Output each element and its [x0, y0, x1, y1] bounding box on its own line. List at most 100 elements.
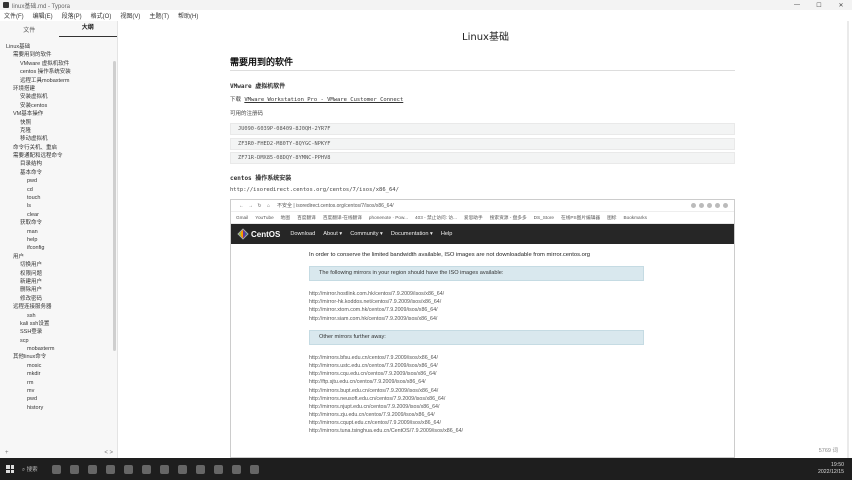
maximize-button[interactable]: ☐: [808, 2, 830, 9]
outline-item[interactable]: touch: [0, 194, 117, 202]
outline-item[interactable]: 移动虚拟机: [0, 135, 117, 143]
vmware-download-link[interactable]: VMware Workstation Pro - VMware Customer…: [244, 97, 403, 103]
outline-item[interactable]: mobaxterm: [0, 345, 117, 353]
wechat-icon[interactable]: [105, 464, 115, 474]
centos-logo: CentOS: [237, 228, 280, 240]
typora-window: linux基础.md - Typora — ☐ ✕ 文件(F) 编辑(E) 段落…: [0, 0, 852, 480]
outline-item[interactable]: 切换用户: [0, 261, 117, 269]
outline-item[interactable]: 用户: [0, 253, 117, 261]
add-file-button[interactable]: +: [5, 450, 9, 456]
terminal-icon[interactable]: [141, 464, 151, 474]
windows-start-icon[interactable]: [6, 465, 14, 473]
clock[interactable]: 19:50 2022/12/15: [818, 462, 844, 476]
bandwidth-notice: In order to conserve the limited bandwid…: [309, 252, 590, 258]
outline-item[interactable]: man: [0, 228, 117, 236]
outline-item[interactable]: 环境搭建: [0, 85, 117, 93]
app-icon[interactable]: [231, 464, 241, 474]
outline-item[interactable]: history: [0, 404, 117, 412]
sidebar-tabs: 文件 大纲: [0, 21, 117, 37]
source-toggle-button[interactable]: < >: [104, 450, 113, 456]
tab-files[interactable]: 文件: [0, 25, 59, 34]
mirror-link: http://mirror.siam.com.hk/centos/7.9.200…: [309, 315, 438, 322]
mirror-link: http://mirrors.neusoft.edu.cn/centos/7.9…: [309, 395, 446, 402]
outline-item[interactable]: 修改密码: [0, 295, 117, 303]
outline-item[interactable]: 快照: [0, 119, 117, 127]
editor[interactable]: Linux基础 需要用到的软件 VMware 虚拟机软件 下载 VMware W…: [119, 21, 852, 458]
outline-item[interactable]: 远程连接服务器: [0, 303, 117, 311]
bookmark-item: phonenote · Pow...: [368, 215, 408, 220]
menu-paragraph[interactable]: 段落(P): [62, 11, 82, 20]
bookmark-item: YouTube: [255, 215, 274, 220]
outline-item[interactable]: Linux基础: [0, 43, 117, 51]
outline-item[interactable]: ssh: [0, 312, 117, 320]
outline-item[interactable]: clear: [0, 211, 117, 219]
license-key-1[interactable]: JU090-6039P-08409-8J0QH-2YR7F: [230, 123, 735, 135]
taskbar-search[interactable]: ⌕ 搜索: [22, 465, 38, 474]
nav-download: Download: [290, 231, 316, 237]
outline-item[interactable]: rm: [0, 379, 117, 387]
outline-item[interactable]: 远程工具mobaxterm: [0, 77, 117, 85]
outline-item[interactable]: pwd: [0, 395, 117, 403]
app-icon[interactable]: [249, 464, 259, 474]
outline-item[interactable]: 新建用户: [0, 278, 117, 286]
heading-software: 需要用到的软件: [230, 55, 735, 71]
outline-item[interactable]: ls: [0, 202, 117, 210]
outline-item[interactable]: 删除用户: [0, 286, 117, 294]
home-icon: ⌂: [266, 202, 271, 209]
app-icon[interactable]: [177, 464, 187, 474]
outline-item[interactable]: SSH登录: [0, 328, 117, 336]
license-key-3[interactable]: ZF71R-DMX85-08DQY-8YMNC-PPHV8: [230, 152, 735, 164]
outline-item[interactable]: help: [0, 236, 117, 244]
bookmark-item: 图标: [607, 214, 617, 220]
outline-item[interactable]: 其他linux命令: [0, 353, 117, 361]
centos-url[interactable]: http://isoredirect.centos.org/centos/7/i…: [230, 187, 399, 193]
outline-item[interactable]: 安装centos: [0, 102, 117, 110]
outline-item[interactable]: VM基本操作: [0, 110, 117, 118]
menu-view[interactable]: 视图(V): [120, 11, 140, 20]
app-icon[interactable]: [195, 464, 205, 474]
outline-item[interactable]: 命令行关机、重启: [0, 144, 117, 152]
outline-item[interactable]: pwd: [0, 177, 117, 185]
outline-item[interactable]: 克隆: [0, 127, 117, 135]
menu-edit[interactable]: 编辑(E): [33, 11, 53, 20]
chrome-icon[interactable]: [87, 464, 97, 474]
taskview-icon[interactable]: [51, 464, 61, 474]
outline-item[interactable]: centos 操作系统安装: [0, 68, 117, 76]
forward-icon: →: [248, 202, 253, 209]
bookmark-item: DS_Store: [533, 215, 554, 220]
outline-item[interactable]: ifconfig: [0, 244, 117, 252]
mirror-link: http://mirrors.ustc.edu.cn/centos/7.9.20…: [309, 362, 438, 369]
outline-item[interactable]: 安装虚拟机: [0, 93, 117, 101]
minimize-button[interactable]: —: [786, 2, 808, 8]
menu-theme[interactable]: 主题(T): [149, 11, 169, 20]
outline-item[interactable]: 获取命令: [0, 219, 117, 227]
outline-item[interactable]: mkdir: [0, 370, 117, 378]
outline-item[interactable]: 目录结构: [0, 160, 117, 168]
sidebar-scrollbar[interactable]: [113, 61, 116, 351]
sidebar: 文件 大纲 Linux基础 需要用到的软件 VMware 虚拟机软件 centos 操…: [0, 21, 118, 458]
tab-outline[interactable]: 大纲: [58, 21, 117, 37]
typora-taskbar-icon[interactable]: [123, 464, 133, 474]
explorer-icon[interactable]: [69, 464, 79, 474]
outline-item[interactable]: 需要通配和远程命令: [0, 152, 117, 160]
outline-item[interactable]: VMware 虚拟机软件: [0, 60, 117, 68]
outline-item[interactable]: mv: [0, 387, 117, 395]
outline-item[interactable]: kali ssh设置: [0, 320, 117, 328]
sidebar-footer: + < >: [0, 448, 117, 458]
outline-item[interactable]: 需要用到的软件: [0, 51, 117, 59]
editor-scrollbar[interactable]: [847, 21, 849, 458]
menu-file[interactable]: 文件(F): [4, 11, 24, 20]
outline-item[interactable]: cd: [0, 186, 117, 194]
taskbar-search-label: 搜索: [26, 466, 38, 473]
menu-help[interactable]: 帮助(H): [178, 11, 198, 20]
vmware-icon[interactable]: [159, 464, 169, 474]
menu-format[interactable]: 格式(O): [91, 11, 112, 20]
outline-item[interactable]: mosic: [0, 362, 117, 370]
close-button[interactable]: ✕: [830, 2, 852, 9]
mirror-link: http://mirrors.bfsu.edu.cn/centos/7.9.20…: [309, 354, 438, 361]
license-key-2[interactable]: ZF3R0-FHED2-M80TY-8QYGC-NPKYF: [230, 138, 735, 150]
outline-item[interactable]: 权限问题: [0, 270, 117, 278]
outline-item[interactable]: 基本命令: [0, 169, 117, 177]
outline-item[interactable]: scp: [0, 337, 117, 345]
app-icon[interactable]: [213, 464, 223, 474]
